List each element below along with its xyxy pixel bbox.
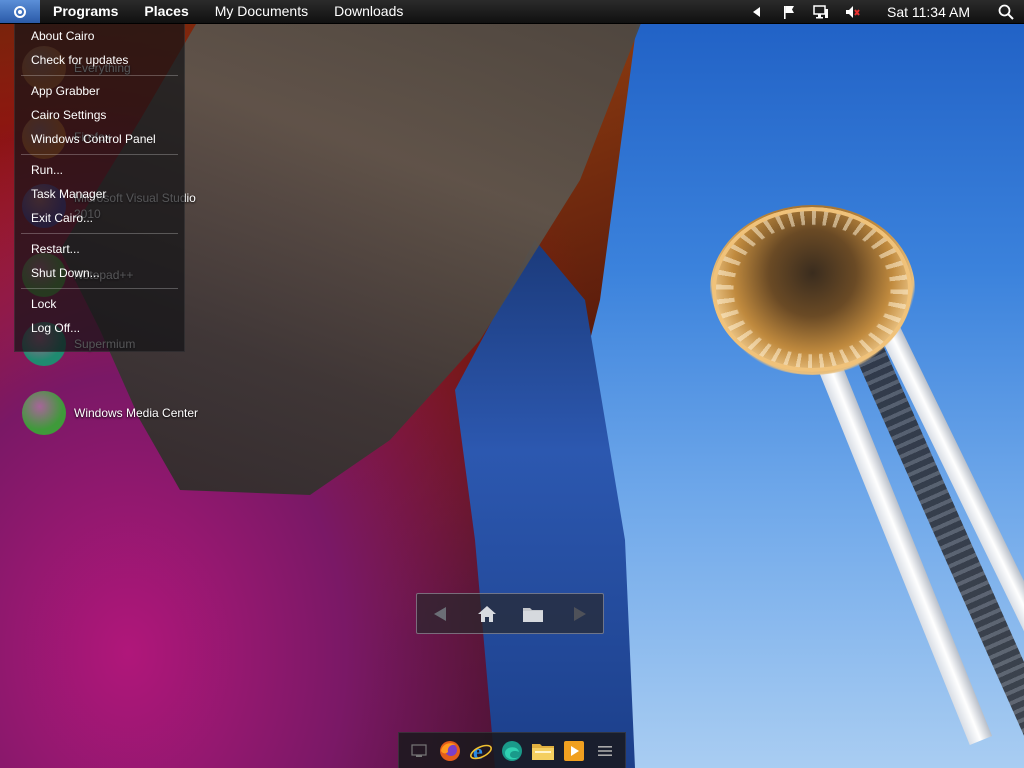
volume-muted-icon[interactable] [843,0,863,23]
menu-bar-items: Programs Places My Documents Downloads [40,0,416,23]
file-explorer-icon[interactable] [529,737,557,765]
cairo-menu: About Cairo Check for updates App Grabber C… [14,23,185,352]
cairo-menu-item-app-grabber[interactable]: App Grabber [15,79,184,103]
cairo-menu-item-exit-cairo[interactable]: Exit Cairo... [15,206,184,230]
cairo-menu-item-task-manager[interactable]: Task Manager [15,182,184,206]
cairo-menu-item-cairo-settings[interactable]: Cairo Settings [15,103,184,127]
cairo-menu-item-about-cairo[interactable]: About Cairo [15,24,184,48]
cairo-menu-item-run[interactable]: Run... [15,158,184,182]
cairo-menu-button[interactable] [0,0,40,23]
menu-bar: Programs Places My Documents Downloads Sat … [0,0,1024,24]
desktop-shortcut[interactable]: Windows Media Center [22,391,198,435]
edge-icon[interactable] [498,737,526,765]
desktop-shortcut-label: Windows Media Center [74,406,199,420]
menu-places[interactable]: Places [131,0,201,23]
cairo-menu-item-shut-down[interactable]: Shut Down... [15,261,184,285]
chevron-left-icon[interactable] [747,0,767,23]
menu-separator [21,154,178,155]
taskbar-dock: e [398,732,626,768]
navigation-widget [416,593,604,634]
back-arrow-icon[interactable] [425,599,455,629]
media-player-icon[interactable] [560,737,588,765]
internet-explorer-icon[interactable]: e [467,737,495,765]
menu-programs[interactable]: Programs [40,0,131,23]
hamburger-icon[interactable] [591,737,619,765]
cairo-menu-item-lock[interactable]: Lock [15,292,184,316]
system-tray: Sat 11:34 AM [741,0,1024,23]
desktop-icon[interactable] [405,737,433,765]
menu-my-documents[interactable]: My Documents [202,0,321,23]
clock[interactable]: Sat 11:34 AM [869,4,988,20]
cairo-logo-icon [14,5,26,18]
forward-arrow-icon[interactable] [565,599,595,629]
cairo-menu-item-restart[interactable]: Restart... [15,237,184,261]
wallpaper-tower-ring [712,207,912,372]
cairo-menu-item-windows-control-panel[interactable]: Windows Control Panel [15,127,184,151]
windows-media-center-icon [22,391,66,435]
flag-icon[interactable] [779,0,799,23]
menu-separator [21,288,178,289]
firefox-icon[interactable] [436,737,464,765]
menu-separator [21,233,178,234]
folder-icon[interactable] [518,599,548,629]
cairo-menu-item-check-for-updates[interactable]: Check for updates [15,48,184,72]
search-icon[interactable] [988,0,1024,23]
menu-separator [21,75,178,76]
cairo-menu-item-log-off[interactable]: Log Off... [15,316,184,340]
network-icon[interactable] [811,0,831,23]
menu-downloads[interactable]: Downloads [321,0,416,23]
home-icon[interactable] [472,599,502,629]
